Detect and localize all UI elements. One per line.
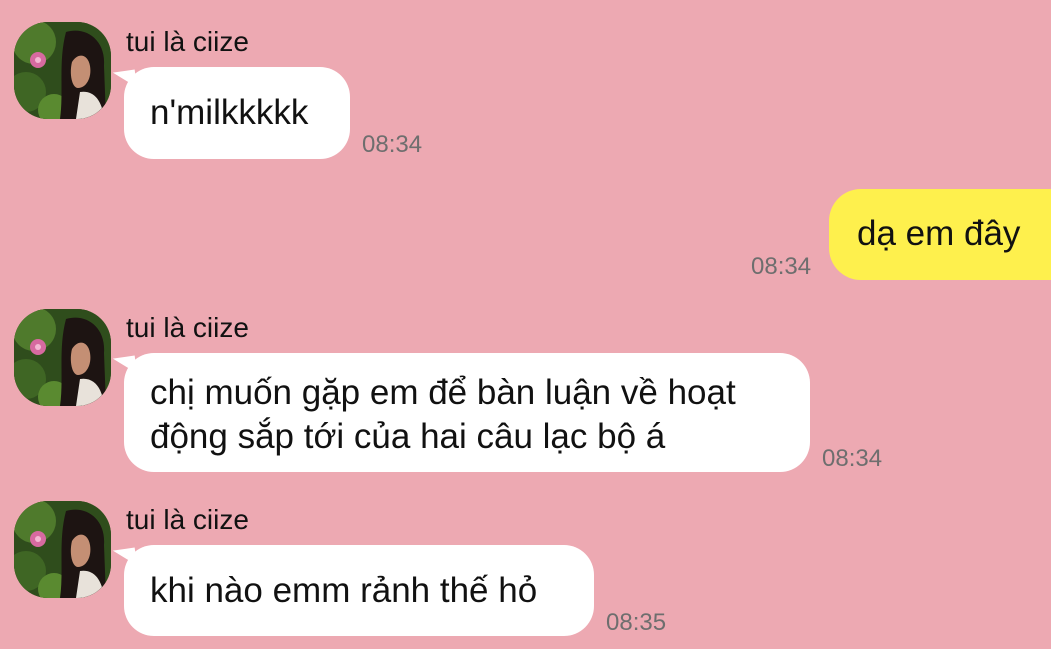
message-bubble[interactable]: khi nào emm rảnh thế hỏ [124,545,594,636]
message-text: n'milkkkkk [150,93,309,132]
chat-thread: tui là ciize n'milkkkkk 08:34 08:34 dạ e… [0,0,1051,649]
sender-name: tui là ciize [126,26,249,57]
sender-avatar[interactable] [14,309,111,406]
message-text: dạ em đây [857,214,1021,253]
message-text: chị muốn gặp em để bàn luận về hoạt động… [150,373,736,456]
sender-name: tui là ciize [126,504,249,535]
message-bubble-outgoing[interactable]: dạ em đây [829,189,1051,280]
avatar-photo [14,501,111,598]
message-time: 08:34 [822,445,883,472]
message-time: 08:34 [751,253,812,280]
message-time: 08:35 [606,609,667,636]
message-bubble[interactable]: n'milkkkkk [124,67,350,159]
message-text: khi nào emm rảnh thế hỏ [150,571,538,610]
sender-avatar[interactable] [14,501,111,598]
sender-name: tui là ciize [126,312,249,343]
avatar-photo [14,309,111,406]
message-bubble[interactable]: chị muốn gặp em để bàn luận về hoạt động… [124,353,810,472]
message-time: 08:34 [362,131,423,158]
sender-avatar[interactable] [14,22,111,119]
avatar-photo [14,22,111,119]
